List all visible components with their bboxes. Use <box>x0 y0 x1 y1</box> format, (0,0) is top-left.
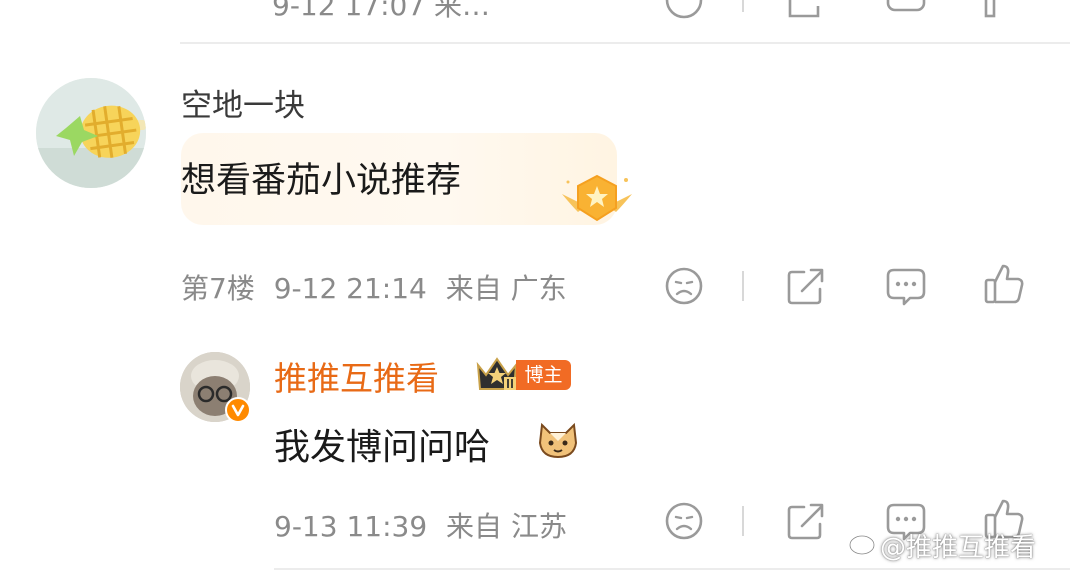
action-separator <box>742 271 744 301</box>
comment-meta: 第7楼 9-12 21:14 来自 广东 <box>181 267 567 307</box>
weibo-logo-icon <box>848 530 879 556</box>
like-icon[interactable] <box>982 262 1026 306</box>
comment-text: 想看番茄小说推荐 <box>181 161 462 201</box>
comment-location: 来自 广东 <box>445 272 567 305</box>
vip-medal-icon <box>562 174 632 222</box>
sad-face-icon-top[interactable] <box>662 0 706 22</box>
like-icon-top[interactable] <box>982 0 1026 22</box>
comment-time: 9-12 21:14 <box>273 272 427 305</box>
comment-icon[interactable] <box>884 264 928 308</box>
top-meta-text: 9-12 17:07 来… <box>272 0 491 22</box>
watermark: @推推互推看 <box>880 533 1037 563</box>
reply-username[interactable]: 推推互推看 <box>274 352 439 400</box>
verified-icon <box>225 397 251 423</box>
share-icon-top[interactable] <box>784 0 828 22</box>
comment-username[interactable]: 空地一块 <box>181 80 305 125</box>
reply-time: 9-13 11:39 <box>274 510 428 543</box>
action-separator-top <box>742 0 744 12</box>
reply-text-content: 我发博问问哈 <box>274 427 491 468</box>
blogger-badge: 博主 <box>516 360 571 390</box>
top-comment-meta: 9-12 17:07 来… <box>272 0 490 24</box>
sad-face-icon[interactable] <box>662 264 706 308</box>
share-icon[interactable] <box>784 264 828 308</box>
reply-meta: 9-13 11:39 来自 江苏 <box>274 505 567 545</box>
comment-icon-top[interactable] <box>884 0 928 22</box>
avatar[interactable] <box>36 78 146 188</box>
crown-badge-icon <box>476 357 518 390</box>
reply-location: 来自 江苏 <box>446 510 567 543</box>
share-icon[interactable] <box>784 499 828 543</box>
reply-text: 我发博问问哈 <box>274 418 490 470</box>
cat-emoji-icon <box>538 422 578 459</box>
floor-number: 第7楼 <box>181 272 255 305</box>
divider-top <box>180 42 1070 44</box>
action-separator <box>742 506 744 536</box>
avatar-image <box>36 78 146 188</box>
divider-bottom <box>274 568 1070 570</box>
sad-face-icon[interactable] <box>662 499 706 543</box>
